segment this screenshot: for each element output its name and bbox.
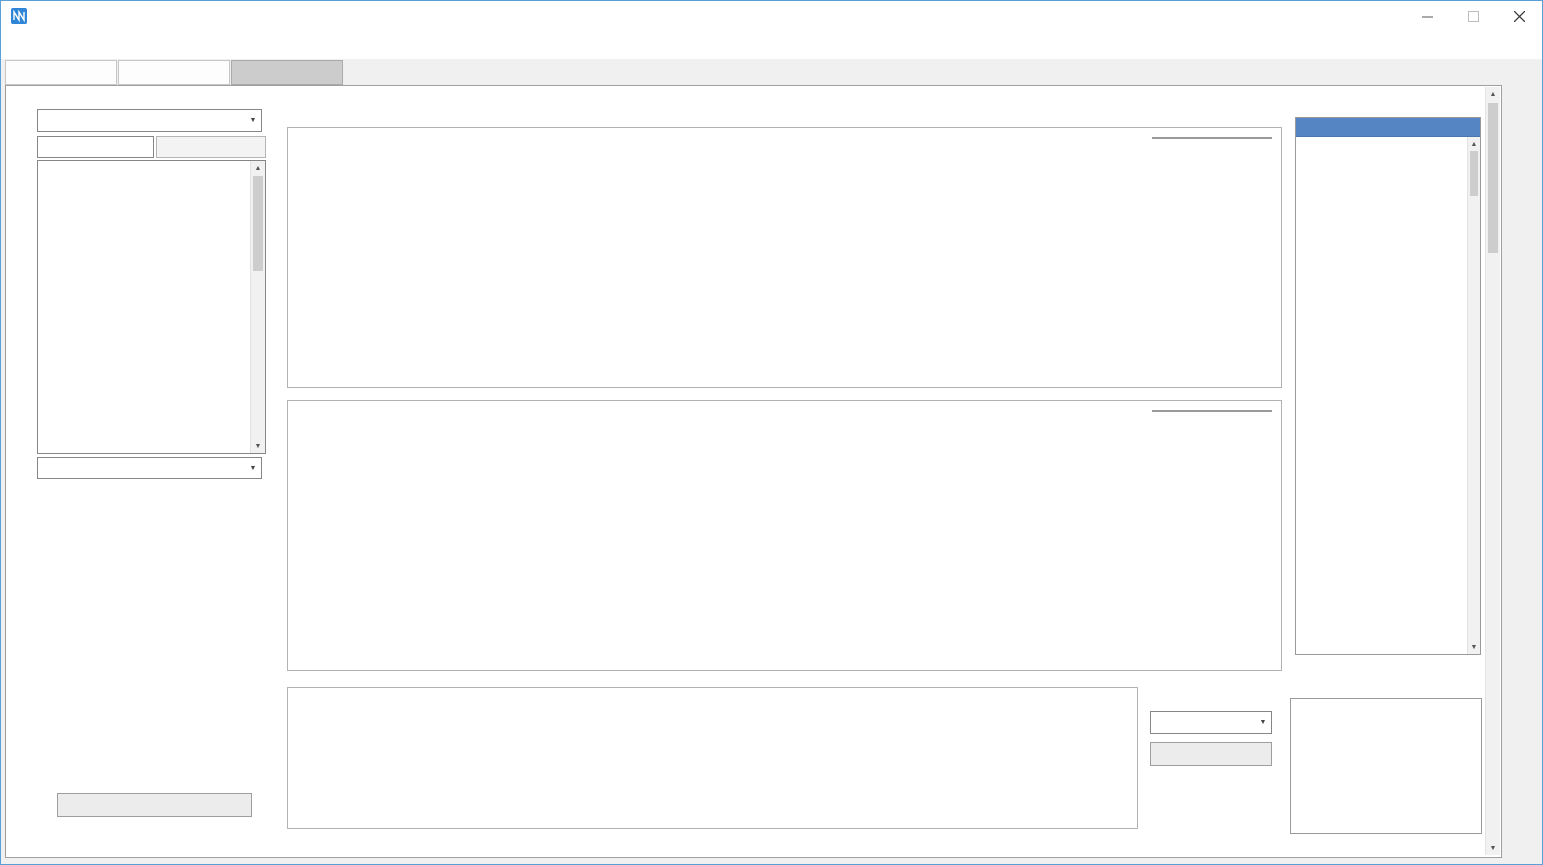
window-controls <box>1404 1 1542 31</box>
octave-spectrum-chart[interactable] <box>287 400 1282 671</box>
tree-scrollbar-thumb[interactable] <box>253 176 263 271</box>
selection-info-panel <box>1290 698 1482 834</box>
menu-apply[interactable] <box>57 40 83 50</box>
menu-bar <box>1 31 1542 59</box>
chevron-down-icon: ▼ <box>1255 719 1271 726</box>
filter-input[interactable] <box>37 136 154 158</box>
data-panel-header <box>1296 118 1480 137</box>
confirm-button[interactable] <box>1150 742 1272 766</box>
menu-file[interactable] <box>5 40 31 50</box>
overview-waveform-chart[interactable] <box>287 687 1138 829</box>
chart2-legend <box>1152 410 1272 412</box>
scroll-up-icon[interactable]: ▲ <box>1486 87 1500 101</box>
chart1-legend <box>1152 137 1272 139</box>
menu-settings[interactable] <box>31 40 57 50</box>
tab-channel-settings[interactable] <box>118 60 230 85</box>
main-scrollbar[interactable]: ▲ ▼ <box>1485 87 1500 855</box>
tree-scrollbar[interactable]: ▲ ▼ <box>250 161 265 453</box>
minimize-button[interactable] <box>1404 1 1450 31</box>
channel-select[interactable]: ▼ <box>1150 711 1272 734</box>
tab-bar <box>1 59 1542 85</box>
close-icon <box>1514 11 1525 22</box>
scroll-up-icon[interactable]: ▲ <box>251 161 265 175</box>
scroll-up-icon[interactable]: ▲ <box>1468 137 1480 151</box>
menu-output <box>83 40 109 50</box>
titlebar <box>1 1 1542 31</box>
tab-document-settings[interactable] <box>5 60 117 85</box>
file-format-select[interactable]: ▼ <box>37 109 262 132</box>
scroll-down-icon[interactable]: ▼ <box>1486 841 1500 855</box>
chevron-down-icon: ▼ <box>245 117 261 124</box>
cursor-data-panel: ▲ ▼ <box>1295 117 1481 655</box>
data-panel-scrollbar-thumb[interactable] <box>1470 151 1478 196</box>
maximize-button[interactable] <box>1450 1 1496 31</box>
file-tree-panel: ▲ ▼ <box>37 160 266 454</box>
scroll-down-icon[interactable]: ▼ <box>1468 640 1480 654</box>
main-panel: ▼ ▲ ▼ ▼ <box>5 85 1502 858</box>
close-button[interactable] <box>1496 1 1542 31</box>
load-button[interactable] <box>57 793 252 817</box>
menu-about[interactable] <box>109 40 135 50</box>
maximize-icon <box>1468 11 1479 22</box>
chevron-down-icon: ▼ <box>245 465 261 472</box>
format-button[interactable] <box>156 136 266 158</box>
time-waveform-chart[interactable] <box>287 127 1282 388</box>
tab-time-frequency-analysis[interactable] <box>231 60 343 85</box>
scroll-down-icon[interactable]: ▼ <box>251 439 265 453</box>
app-icon <box>10 7 28 25</box>
main-scrollbar-thumb[interactable] <box>1488 103 1498 253</box>
app-window: ▼ ▲ ▼ ▼ <box>0 0 1543 865</box>
data-panel-scrollbar[interactable]: ▲ ▼ <box>1467 137 1480 654</box>
minimize-icon <box>1422 11 1433 22</box>
analysis-type-select[interactable]: ▼ <box>37 457 262 479</box>
